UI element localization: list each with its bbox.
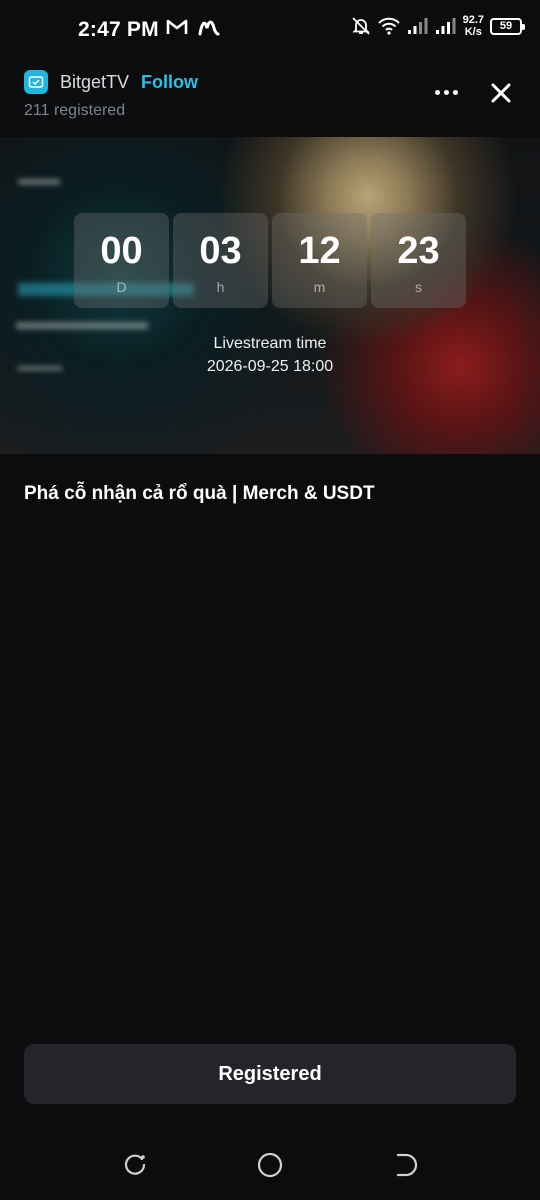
livestream-time-label: Livestream time (213, 335, 327, 352)
more-dot-icon (452, 89, 458, 95)
wifi-icon (377, 17, 400, 35)
back-icon[interactable] (390, 1150, 420, 1180)
status-time: 2:47 PM (78, 18, 159, 41)
countdown-seconds: 23 s (371, 213, 466, 308)
more-dot-icon (434, 89, 440, 95)
more-options-button[interactable] (432, 82, 460, 102)
countdown-minutes-value: 12 (298, 230, 341, 272)
signal-icon (407, 18, 428, 34)
m-app-icon (198, 20, 220, 36)
channel-name[interactable]: BitgetTV (60, 72, 129, 93)
net-speed: 92.7 K/s (463, 14, 484, 38)
countdown-seconds-value: 23 (397, 230, 440, 272)
countdown-seconds-unit: s (415, 279, 422, 295)
home-icon[interactable] (255, 1150, 285, 1180)
recent-apps-icon[interactable] (120, 1150, 150, 1180)
countdown-minutes-unit: m (313, 279, 326, 295)
registered-count: 211 registered (24, 102, 126, 119)
event-title: Phá cỗ nhận cả rổ quà | Merch & USDT (24, 483, 375, 504)
system-nav-bar (0, 1140, 540, 1190)
status-left-icons (166, 18, 220, 36)
net-speed-value: 92.7 (462, 14, 484, 26)
status-bar: 2:47 PM 92.7 K/s 59 (0, 0, 540, 60)
countdown-minutes: 12 m (272, 213, 367, 308)
battery-indicator: 59 (490, 17, 525, 35)
more-dot-icon (443, 89, 449, 95)
event-banner: ▬▬▬ ▬▬▬▬ ▬▬▬▬▬▬ ▬▬▬▬ 00 D 03 h 12 m 23 s… (0, 137, 540, 454)
net-speed-unit: K/s (464, 26, 482, 38)
follow-button[interactable]: Follow (141, 72, 198, 93)
countdown-timer: 00 D 03 h 12 m 23 s (74, 213, 466, 308)
bitget-tv-logo[interactable] (24, 70, 48, 94)
countdown-hours-value: 03 (199, 230, 242, 272)
gmail-icon (166, 19, 188, 34)
banner-blurred-text: ▬▬▬ (18, 171, 60, 187)
tv-icon (28, 76, 44, 88)
signal-icon-2 (435, 18, 456, 34)
livestream-time-value: 2026-09-25 18:00 (206, 358, 334, 375)
countdown-days: 00 D (74, 213, 169, 308)
registered-button[interactable]: Registered (24, 1044, 516, 1104)
mute-bell-icon (351, 17, 370, 35)
countdown-hours-unit: h (216, 279, 225, 295)
countdown-days-value: 00 (100, 230, 143, 272)
countdown-hours: 03 h (173, 213, 268, 308)
banner-blurred-text: ▬▬▬▬▬▬ (16, 309, 148, 334)
close-icon[interactable] (488, 80, 514, 106)
status-right: 92.7 K/s 59 (351, 14, 525, 38)
countdown-days-unit: D (116, 279, 127, 295)
